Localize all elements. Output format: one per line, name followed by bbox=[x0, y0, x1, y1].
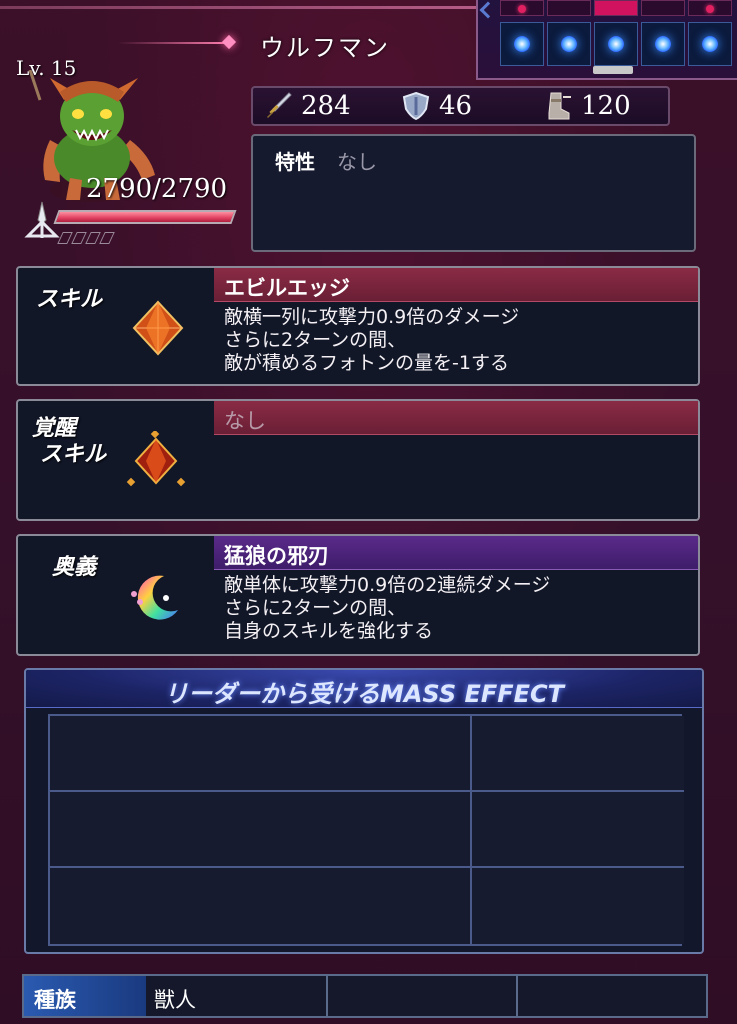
top-frame-line bbox=[0, 6, 480, 9]
stat-defense: 46 bbox=[401, 88, 533, 124]
skill-description: 敵横一列に攻撃力0.9倍のダメージ さらに2ターンの間、 敵が積めるフォトンの量… bbox=[224, 306, 519, 375]
race-label: 種族 bbox=[24, 976, 146, 1016]
skill-name: エビルエッジ bbox=[224, 276, 350, 300]
race-value: 獣人 bbox=[146, 976, 328, 1016]
pip-icon bbox=[706, 5, 714, 13]
awaken-skill-name: なし bbox=[224, 409, 266, 433]
trait-box: 特性 なし bbox=[251, 134, 696, 252]
defense-value: 46 bbox=[439, 91, 473, 121]
dash-icon bbox=[85, 232, 101, 244]
title-bar: ウルフマン bbox=[110, 24, 480, 64]
photon-orb-icon bbox=[608, 36, 624, 52]
photon-orb-icon bbox=[702, 36, 718, 52]
hp-bar bbox=[53, 210, 237, 224]
player-slot[interactable] bbox=[547, 22, 591, 66]
dash-icon bbox=[71, 232, 87, 244]
ougi-label: 奥義 bbox=[52, 555, 97, 580]
enemy-slot bbox=[641, 0, 685, 16]
photon-orb-icon bbox=[514, 36, 530, 52]
player-slot[interactable] bbox=[594, 22, 638, 66]
shield-icon bbox=[402, 91, 430, 121]
ougi-desc-line: 敵単体に攻撃力0.9倍の2連続ダメージ bbox=[224, 574, 551, 596]
dash-icon bbox=[57, 232, 73, 244]
mass-effect-panel: リーダーから受けるMASS EFFECT bbox=[24, 668, 704, 954]
skill-desc-line: 敵横一列に攻撃力0.9倍のダメージ bbox=[224, 306, 520, 328]
mass-effect-header: リーダーから受けるMASS EFFECT bbox=[26, 670, 702, 708]
pip-icon bbox=[518, 5, 526, 13]
trait-label: 特性 bbox=[275, 150, 315, 174]
slot-row-player bbox=[500, 22, 732, 66]
skill-desc-line: さらに2ターンの間、 bbox=[224, 329, 407, 351]
skill-desc-line: 敵が積めるフォトンの量を-1する bbox=[224, 352, 509, 374]
enemy-slot bbox=[547, 0, 591, 16]
slot-row-enemy bbox=[500, 0, 732, 16]
player-slot[interactable] bbox=[641, 22, 685, 66]
skill-box[interactable]: スキル エビルエッジ 敵横一列に攻撃力0.9倍のダメージ さらに2ターンの間、 … bbox=[16, 266, 700, 386]
awaken-label-line1: 覚醒 bbox=[32, 416, 77, 441]
trait-value: なし bbox=[337, 150, 377, 174]
stat-attack: 284 bbox=[263, 88, 401, 124]
player-slot[interactable] bbox=[688, 22, 732, 66]
race-empty-cell bbox=[328, 976, 518, 1016]
mass-effect-cell bbox=[50, 792, 472, 868]
lancer-class-icon bbox=[24, 201, 60, 238]
ougi-box[interactable]: 奥義 猛狼の邪刃 敵単体に攻撃力0.9倍の2連続ダメージ さらに2ターンの間、 … bbox=[16, 534, 700, 656]
hp-bar-fill bbox=[56, 212, 234, 222]
race-empty-cell bbox=[518, 976, 706, 1016]
ougi-name: 猛狼の邪刃 bbox=[224, 544, 329, 568]
sword-icon bbox=[267, 92, 292, 118]
enemy-slot bbox=[688, 0, 732, 16]
ougi-description: 敵単体に攻撃力0.9倍の2連続ダメージ さらに2ターンの間、 自身のスキルを強化… bbox=[224, 574, 550, 643]
ougi-desc-line: 自身のスキルを強化する bbox=[224, 620, 434, 642]
chevron-left-icon[interactable] bbox=[479, 1, 497, 19]
skill-label: スキル bbox=[36, 287, 103, 312]
stats-bar: 284 46 120 bbox=[251, 86, 670, 126]
enemy-slot bbox=[500, 0, 544, 16]
awaken-gem-icon bbox=[126, 431, 186, 487]
awaken-label-line2: スキル bbox=[40, 442, 107, 467]
hp-value: 2790/2790 bbox=[86, 174, 228, 204]
crescent-moon-icon bbox=[131, 575, 178, 620]
rarity-dashes bbox=[57, 232, 120, 244]
boot-icon bbox=[548, 92, 571, 120]
enemy-slot bbox=[594, 0, 638, 16]
character-name: ウルフマン bbox=[260, 34, 390, 62]
stat-speed: 120 bbox=[543, 88, 631, 124]
player-slot[interactable] bbox=[500, 22, 544, 66]
mass-effect-cell bbox=[50, 868, 472, 944]
skill-gem-icon bbox=[132, 300, 184, 356]
photon-slot-panel bbox=[476, 0, 737, 80]
awaken-skill-header bbox=[214, 401, 698, 435]
mass-effect-cell bbox=[472, 716, 684, 792]
mass-effect-grid bbox=[48, 714, 684, 946]
photon-orb-icon bbox=[655, 36, 671, 52]
photon-orb-icon bbox=[561, 36, 577, 52]
mass-effect-cell bbox=[50, 716, 472, 792]
ougi-desc-line: さらに2ターンの間、 bbox=[224, 597, 407, 619]
slot-tab-handle[interactable] bbox=[593, 66, 633, 74]
mass-effect-cell bbox=[472, 868, 684, 944]
mass-effect-cell bbox=[472, 792, 684, 868]
dash-icon bbox=[99, 232, 115, 244]
race-bar: 種族 獣人 bbox=[22, 974, 708, 1018]
title-ornament-icon bbox=[118, 42, 228, 44]
mass-effect-title: リーダーから受けるMASS EFFECT bbox=[163, 680, 565, 708]
awaken-skill-box[interactable]: 覚醒 スキル なし bbox=[16, 399, 700, 521]
attack-value: 284 bbox=[301, 91, 351, 121]
speed-value: 120 bbox=[581, 91, 631, 121]
